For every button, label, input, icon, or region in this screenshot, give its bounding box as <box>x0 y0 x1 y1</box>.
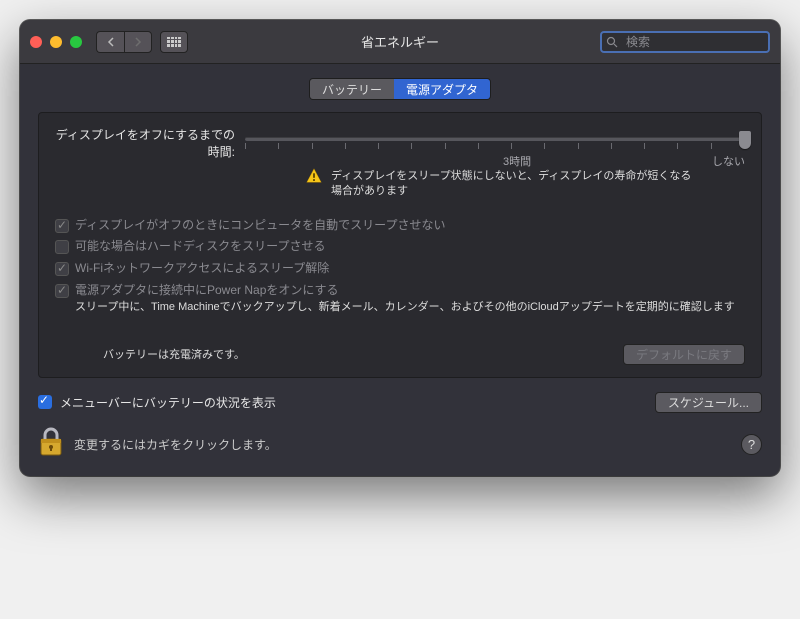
settings-panel: ディスプレイをオフにするまでの時間: 1分 3時間 しない <box>38 112 762 378</box>
check-prevent-sleep-box[interactable] <box>55 219 69 233</box>
schedule-button[interactable]: スケジュール... <box>655 392 762 413</box>
restore-defaults-button[interactable]: デフォルトに戻す <box>623 344 745 365</box>
menubar-row: メニューバーにバッテリーの状況を表示 スケジュール... <box>38 392 762 413</box>
display-sleep-label: ディスプレイをオフにするまでの時間: <box>55 127 235 161</box>
zoom-button[interactable] <box>70 36 82 48</box>
chevron-left-icon <box>107 37 115 47</box>
chevron-right-icon <box>134 37 142 47</box>
check-wake-wifi[interactable]: Wi-Fiネットワークアクセスによるスリープ解除 <box>55 261 745 277</box>
panel-footer: バッテリーは充電済みです。 デフォルトに戻す <box>55 344 745 365</box>
check-hd-sleep-box[interactable] <box>55 240 69 254</box>
help-button[interactable]: ? <box>741 434 762 455</box>
show-in-menubar-label: メニューバーにバッテリーの状況を表示 <box>60 394 276 411</box>
lock-text: 変更するにはカギをクリックします。 <box>74 436 277 453</box>
lock-icon[interactable] <box>38 427 64 462</box>
energy-saver-window: 省エネルギー バッテリー 電源アダプタ ディスプレイをオフにするまでの時間: <box>20 20 780 476</box>
display-sleep-slider[interactable] <box>245 129 745 149</box>
warning-text: ディスプレイをスリープ状態にしないと、ディスプレイの寿命が短くなる場合があります <box>331 167 695 200</box>
check-power-nap-box[interactable] <box>55 284 69 298</box>
check-wake-wifi-box[interactable] <box>55 262 69 276</box>
slider-thumb[interactable] <box>739 131 751 149</box>
minimize-button[interactable] <box>50 36 62 48</box>
search-wrap <box>600 31 770 53</box>
tab-bar: バッテリー 電源アダプタ <box>38 78 762 100</box>
show-all-button[interactable] <box>160 31 188 53</box>
show-in-menubar-checkbox[interactable] <box>38 395 52 409</box>
lock-row: 変更するにはカギをクリックします。 ? <box>38 427 762 462</box>
check-hd-sleep[interactable]: 可能な場合はハードディスクをスリープさせる <box>55 239 745 255</box>
check-power-nap[interactable]: 電源アダプタに接続中にPower Napをオンにする <box>55 283 745 299</box>
tab-battery[interactable]: バッテリー <box>310 79 394 99</box>
body: バッテリー 電源アダプタ ディスプレイをオフにするまでの時間: 1分 3時間 し… <box>20 64 780 476</box>
forward-button[interactable] <box>124 31 152 53</box>
warning-icon <box>305 167 323 200</box>
back-button[interactable] <box>96 31 124 53</box>
slider-mark-never: しない <box>712 153 745 169</box>
check-prevent-sleep[interactable]: ディスプレイがオフのときにコンピュータを自動でスリープさせない <box>55 218 745 234</box>
search-input[interactable] <box>600 31 770 53</box>
traffic-lights <box>30 36 82 48</box>
nav-buttons <box>96 31 152 53</box>
titlebar: 省エネルギー <box>20 20 780 64</box>
search-icon <box>606 35 618 53</box>
display-sleep-row: ディスプレイをオフにするまでの時間: 1分 3時間 しない <box>55 127 745 200</box>
checkbox-group: ディスプレイがオフのときにコンピュータを自動でスリープさせない 可能な場合はハー… <box>55 218 745 316</box>
slider-mark-3h: 3時間 <box>503 153 531 169</box>
grid-icon <box>167 37 181 47</box>
tab-power-adapter[interactable]: 電源アダプタ <box>394 79 490 99</box>
close-button[interactable] <box>30 36 42 48</box>
power-nap-note: スリープ中に、Time Machineでバックアップし、新着メール、カレンダー、… <box>75 300 745 315</box>
warning-row: ディスプレイをスリープ状態にしないと、ディスプレイの寿命が短くなる場合があります <box>305 167 695 200</box>
battery-status: バッテリーは充電済みです。 <box>103 346 245 362</box>
